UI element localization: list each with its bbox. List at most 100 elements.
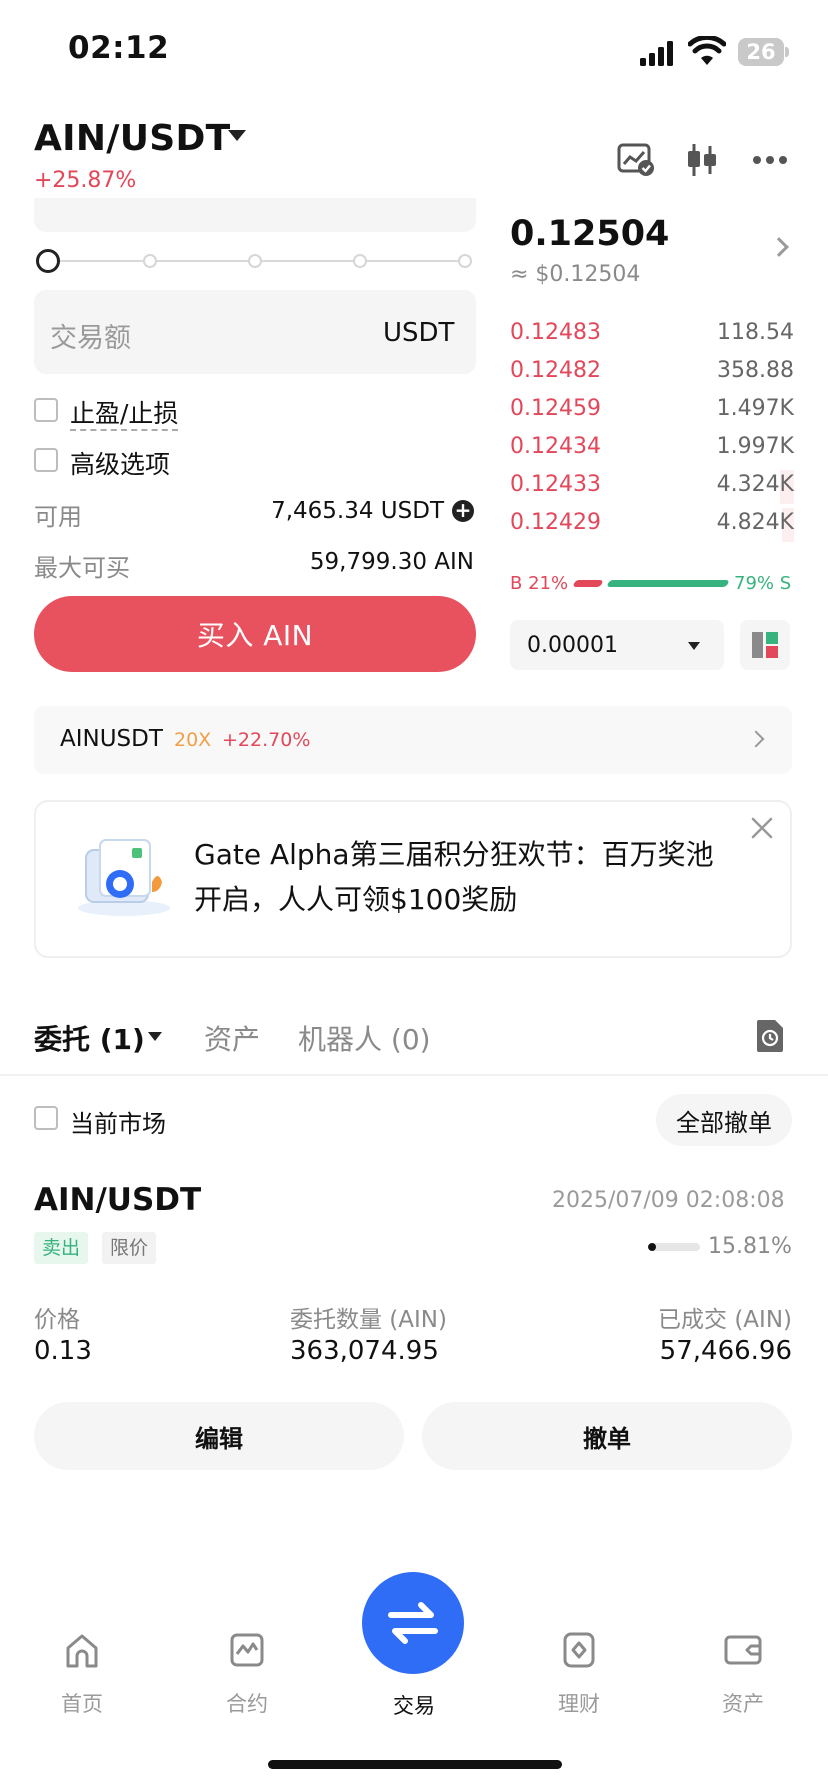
last-price-fiat: ≈ $0.12504 (510, 262, 641, 287)
promo-text[interactable]: Gate Alpha第三届积分狂欢节：百万奖池开启，人人可领$100奖励 (194, 832, 724, 922)
slider-step-100[interactable] (458, 254, 472, 268)
ask-size: 4.824K (716, 510, 794, 535)
tp-sl-label-wrap: 止盈/止损 (70, 394, 179, 431)
order-filled: 57,466.96 (659, 1336, 792, 1366)
wifi-icon (688, 36, 726, 65)
slider-step-25[interactable] (143, 254, 157, 268)
ask-size: 358.88 (717, 358, 794, 383)
slider-step-75[interactable] (353, 254, 367, 268)
futures-icon (230, 1633, 264, 1667)
current-market-checkbox[interactable] (34, 1106, 58, 1130)
chart-check-icon[interactable] (614, 140, 658, 180)
wallet-icon (724, 1635, 762, 1665)
chevron-right-icon[interactable] (769, 237, 789, 257)
ask-price: 0.12483 (510, 320, 601, 345)
advanced-checkbox[interactable] (34, 448, 58, 472)
tab-bots[interactable]: 机器人 (0) (298, 1018, 431, 1058)
pair-title[interactable]: AIN/USDT (34, 118, 231, 159)
chevron-down-icon[interactable] (228, 130, 246, 141)
max-buy-value: 59,799.30 AIN (309, 549, 474, 575)
status-time: 02:12 (68, 30, 170, 66)
close-icon[interactable] (748, 814, 776, 842)
deposit-plus-icon[interactable]: + (452, 500, 474, 522)
nav-trade-button[interactable] (362, 1572, 464, 1674)
available-value: 7,465.34 USDT (271, 498, 444, 524)
tab-orders[interactable]: 委托 (1) (34, 1018, 145, 1058)
nav-assets-label: 资产 (722, 1692, 764, 1716)
price-label: 价格 (34, 1307, 80, 1333)
ask-row[interactable]: 0.12433 4.324K (510, 468, 794, 506)
ask-row[interactable]: 0.12483 118.54 (510, 316, 794, 354)
order-qty: 363,074.95 (290, 1336, 439, 1366)
fill-progress-bar (648, 1243, 700, 1251)
futures-symbol: AINUSDT (60, 726, 163, 752)
nav-home[interactable]: 首页 (32, 1630, 132, 1718)
amount-slider[interactable] (58, 260, 466, 262)
nav-assets[interactable]: 资产 (693, 1630, 793, 1718)
candlestick-icon[interactable] (680, 140, 724, 180)
home-indicator (268, 1760, 562, 1769)
advanced-label: 高级选项 (70, 450, 171, 479)
layout-toggle-button[interactable] (740, 620, 790, 670)
amount-placeholder: 交易额 (50, 323, 131, 354)
order-type-badge: 限价 (102, 1232, 157, 1264)
order-history-icon[interactable] (754, 1019, 786, 1053)
nav-futures[interactable]: 合约 (197, 1630, 297, 1718)
cancel-order-button[interactable]: 撤单 (422, 1402, 792, 1470)
filled-label: 已成交 (AIN) (658, 1307, 792, 1333)
signal-icon (640, 41, 673, 66)
sell-ratio-bar (606, 580, 730, 587)
nav-home-label: 首页 (61, 1692, 103, 1716)
fill-progress-fill (648, 1243, 657, 1251)
qty-label: 委托数量 (AIN) (290, 1307, 447, 1333)
ask-size: 1.497K (716, 396, 794, 421)
last-price: 0.12504 (510, 214, 670, 254)
precision-value: 0.00001 (527, 633, 618, 658)
promo-illustration-icon (78, 839, 170, 916)
ask-row[interactable]: 0.12434 1.997K (510, 430, 794, 468)
max-buy-label: 最大可买 (34, 554, 130, 582)
nav-earn-label: 理财 (558, 1692, 600, 1716)
ask-price: 0.12482 (510, 358, 601, 383)
cancel-all-button[interactable]: 全部撤单 (656, 1094, 792, 1146)
chevron-down-icon[interactable] (148, 1032, 162, 1041)
fill-percent: 15.81% (708, 1234, 792, 1259)
more-icon[interactable] (748, 140, 792, 180)
amount-unit: USDT (383, 318, 455, 348)
ask-price: 0.12429 (510, 510, 601, 535)
order-side-badge: 卖出 (34, 1232, 89, 1264)
order-pair: AIN/USDT (34, 1182, 202, 1218)
battery-icon: 26 (738, 38, 784, 66)
battery-tip (785, 47, 789, 57)
swap-icon (388, 1602, 438, 1644)
buy-ratio-bar (572, 580, 604, 587)
buy-button[interactable]: 买入 AIN (34, 596, 476, 672)
order-time: 2025/07/09 02:08:08 (552, 1188, 785, 1213)
nav-futures-label: 合约 (226, 1692, 268, 1716)
tab-assets[interactable]: 资产 (204, 1018, 260, 1058)
ask-size: 118.54 (717, 320, 794, 345)
ask-row[interactable]: 0.12482 358.88 (510, 354, 794, 392)
earn-icon (563, 1632, 595, 1668)
tab-divider (0, 1074, 828, 1076)
ask-size: 4.324K (716, 472, 794, 497)
ask-price: 0.12434 (510, 434, 601, 459)
tp-sl-checkbox[interactable] (34, 398, 58, 422)
ask-price: 0.12433 (510, 472, 601, 497)
slider-knob[interactable] (36, 249, 60, 273)
layout-icon (752, 632, 778, 658)
futures-leverage: 20X (174, 729, 212, 751)
home-icon (66, 1634, 98, 1668)
edit-order-button[interactable]: 编辑 (34, 1402, 404, 1470)
sell-ratio-label: 79% S (734, 573, 792, 594)
slider-step-50[interactable] (248, 254, 262, 268)
nav-earn[interactable]: 理财 (529, 1630, 629, 1718)
order-price: 0.13 (34, 1336, 92, 1366)
ask-row[interactable]: 0.12429 4.824K (510, 506, 794, 544)
buy-ratio-label: B 21% (510, 573, 569, 594)
nav-trade-label[interactable]: 交易 (364, 1690, 464, 1720)
ask-row[interactable]: 0.12459 1.497K (510, 392, 794, 430)
tp-sl-label: 止盈/止损 (70, 399, 179, 431)
futures-change: +22.70% (222, 729, 311, 751)
price-input[interactable] (34, 198, 476, 232)
